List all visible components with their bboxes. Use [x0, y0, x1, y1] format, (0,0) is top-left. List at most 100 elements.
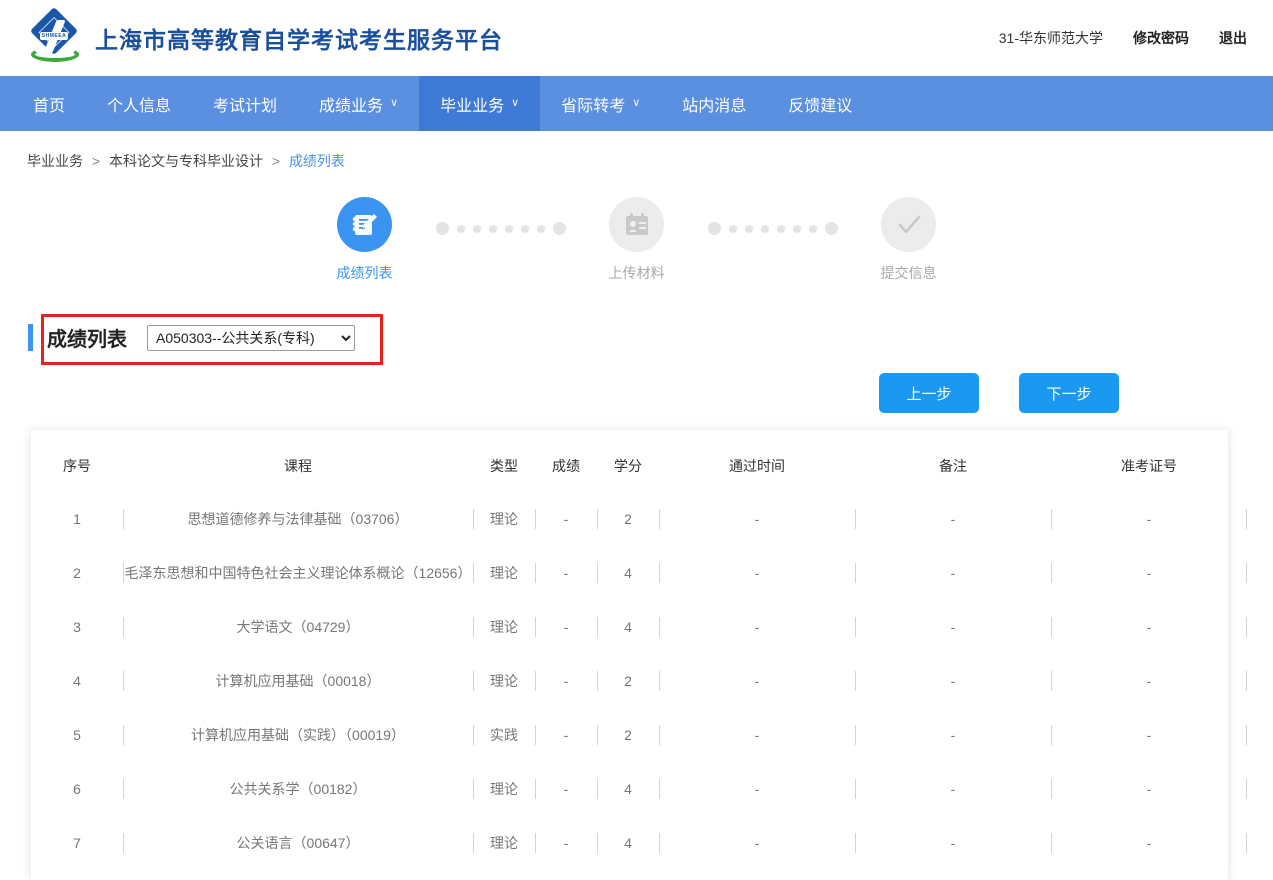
cell-score: -	[535, 654, 597, 708]
table-row: 1 思想道德修养与法律基础（03706） 理论 - 2 - - -	[31, 492, 1247, 546]
section-header: 成绩列表 A050303--公共关系(专科)	[28, 323, 355, 352]
step-label: 提交信息	[843, 263, 975, 283]
cell-score: -	[535, 762, 597, 816]
step-indicator: 成绩列表 上传材料 提交信息	[0, 197, 1273, 283]
cell-type: 理论	[473, 654, 535, 708]
logout-link[interactable]: 退出	[1219, 28, 1247, 48]
major-select[interactable]: A050303--公共关系(专科)	[147, 325, 355, 351]
cell-pass-time: -	[659, 600, 855, 654]
step-actions: 上一步 下一步	[0, 373, 1273, 413]
prev-step-button[interactable]: 上一步	[879, 373, 979, 413]
table-header-row: 序号 课程 类型 成绩 学分 通过时间 备注 准考证号	[31, 430, 1247, 492]
cell-index: 3	[31, 600, 123, 654]
table-row: 6 公共关系学（00182） 理论 - 4 - - -	[31, 762, 1247, 816]
change-password-link[interactable]: 修改密码	[1133, 28, 1189, 48]
section-accent-bar	[28, 324, 33, 351]
step-submit-info[interactable]: 提交信息	[843, 197, 975, 283]
cell-remark: -	[855, 708, 1051, 762]
nav-item-graduation-business[interactable]: 毕业业务 ∨	[419, 76, 540, 131]
cell-ticket: -	[1051, 600, 1247, 654]
cell-index: 2	[31, 546, 123, 600]
cell-credit: 4	[597, 546, 659, 600]
cell-credit: 2	[597, 492, 659, 546]
table-body: 1 思想道德修养与法律基础（03706） 理论 - 2 - - - 2 毛泽东思…	[31, 492, 1247, 870]
breadcrumb-current: 成绩列表	[289, 153, 345, 169]
cell-credit: 4	[597, 600, 659, 654]
breadcrumb-separator: >	[92, 153, 100, 169]
main-nav: 首页 个人信息 考试计划 成绩业务 ∨ 毕业业务 ∨ 省际转考 ∨ 站内消息 反…	[0, 76, 1273, 131]
brand: SHMEEA 上海市高等教育自学考试考生服务平台	[0, 11, 503, 65]
nav-item-interprovincial-transfer[interactable]: 省际转考 ∨	[540, 76, 661, 131]
chevron-down-icon: ∨	[390, 98, 398, 109]
nav-item-exam-plan[interactable]: 考试计划	[192, 76, 298, 131]
cell-pass-time: -	[659, 762, 855, 816]
nav-label: 毕业业务	[440, 92, 504, 116]
nav-label: 省际转考	[561, 92, 625, 116]
column-header-ticket: 准考证号	[1051, 430, 1247, 492]
score-table: 序号 课程 类型 成绩 学分 通过时间 备注 准考证号 1 思想道德修养与法律基…	[31, 430, 1247, 870]
cell-remark: -	[855, 600, 1051, 654]
column-header-pass-time: 通过时间	[659, 430, 855, 492]
step-upload-materials[interactable]: 上传材料	[571, 197, 703, 283]
breadcrumb-level2[interactable]: 本科论文与专科毕业设计	[109, 153, 263, 169]
cell-index: 5	[31, 708, 123, 762]
cell-remark: -	[855, 816, 1051, 870]
column-header-remark: 备注	[855, 430, 1051, 492]
cell-type: 实践	[473, 708, 535, 762]
nav-label: 反馈建议	[788, 92, 852, 116]
cell-score: -	[535, 546, 597, 600]
check-icon	[881, 197, 936, 252]
cell-ticket: -	[1051, 708, 1247, 762]
step-connector	[431, 222, 571, 235]
cell-ticket: -	[1051, 762, 1247, 816]
page-title: 成绩列表	[47, 323, 127, 352]
column-header-score: 成绩	[535, 430, 597, 492]
page-header: SHMEEA 上海市高等教育自学考试考生服务平台 31-华东师范大学 修改密码 …	[0, 0, 1273, 76]
cell-credit: 2	[597, 708, 659, 762]
org-name: 31-华东师范大学	[999, 28, 1103, 48]
step-label: 成绩列表	[299, 263, 431, 283]
score-table-card: 序号 课程 类型 成绩 学分 通过时间 备注 准考证号 1 思想道德修养与法律基…	[31, 430, 1228, 880]
shmeea-logo-icon: SHMEEA	[27, 11, 83, 65]
cell-ticket: -	[1051, 492, 1247, 546]
logo-text: SHMEEA	[40, 32, 68, 40]
step-label: 上传材料	[571, 263, 703, 283]
breadcrumb: 毕业业务 > 本科论文与专科毕业设计 > 成绩列表	[0, 131, 1273, 171]
cell-ticket: -	[1051, 546, 1247, 600]
nav-item-messages[interactable]: 站内消息	[661, 76, 767, 131]
chevron-down-icon: ∨	[511, 98, 519, 109]
table-header: 序号 课程 类型 成绩 学分 通过时间 备注 准考证号	[31, 430, 1247, 492]
cell-index: 1	[31, 492, 123, 546]
cell-pass-time: -	[659, 708, 855, 762]
cell-remark: -	[855, 654, 1051, 708]
breadcrumb-level1[interactable]: 毕业业务	[27, 153, 83, 169]
breadcrumb-separator: >	[272, 153, 280, 169]
table-row: 7 公关语言（00647） 理论 - 4 - - -	[31, 816, 1247, 870]
cell-course: 公共关系学（00182）	[123, 762, 473, 816]
nav-item-personal-info[interactable]: 个人信息	[86, 76, 192, 131]
cell-score: -	[535, 492, 597, 546]
next-step-button[interactable]: 下一步	[1019, 373, 1119, 413]
column-header-index: 序号	[31, 430, 123, 492]
header-right: 31-华东师范大学 修改密码 退出	[999, 0, 1247, 76]
cell-credit: 2	[597, 654, 659, 708]
cell-course: 大学语文（04729）	[123, 600, 473, 654]
cell-remark: -	[855, 762, 1051, 816]
section-header-area: 成绩列表 A050303--公共关系(专科)	[0, 305, 1273, 365]
cell-remark: -	[855, 546, 1051, 600]
cell-pass-time: -	[659, 816, 855, 870]
nav-label: 站内消息	[682, 92, 746, 116]
step-score-list[interactable]: 成绩列表	[299, 197, 431, 283]
step-connector	[703, 222, 843, 235]
nav-item-home[interactable]: 首页	[12, 76, 86, 131]
cell-course: 计算机应用基础（实践）（00019）	[123, 708, 473, 762]
cell-pass-time: -	[659, 654, 855, 708]
nav-item-score-business[interactable]: 成绩业务 ∨	[298, 76, 419, 131]
nav-item-feedback[interactable]: 反馈建议	[767, 76, 873, 131]
cell-pass-time: -	[659, 492, 855, 546]
cell-ticket: -	[1051, 816, 1247, 870]
cell-course: 公关语言（00647）	[123, 816, 473, 870]
chevron-down-icon: ∨	[632, 98, 640, 109]
site-title: 上海市高等教育自学考试考生服务平台	[95, 21, 503, 55]
nav-label: 成绩业务	[319, 92, 383, 116]
